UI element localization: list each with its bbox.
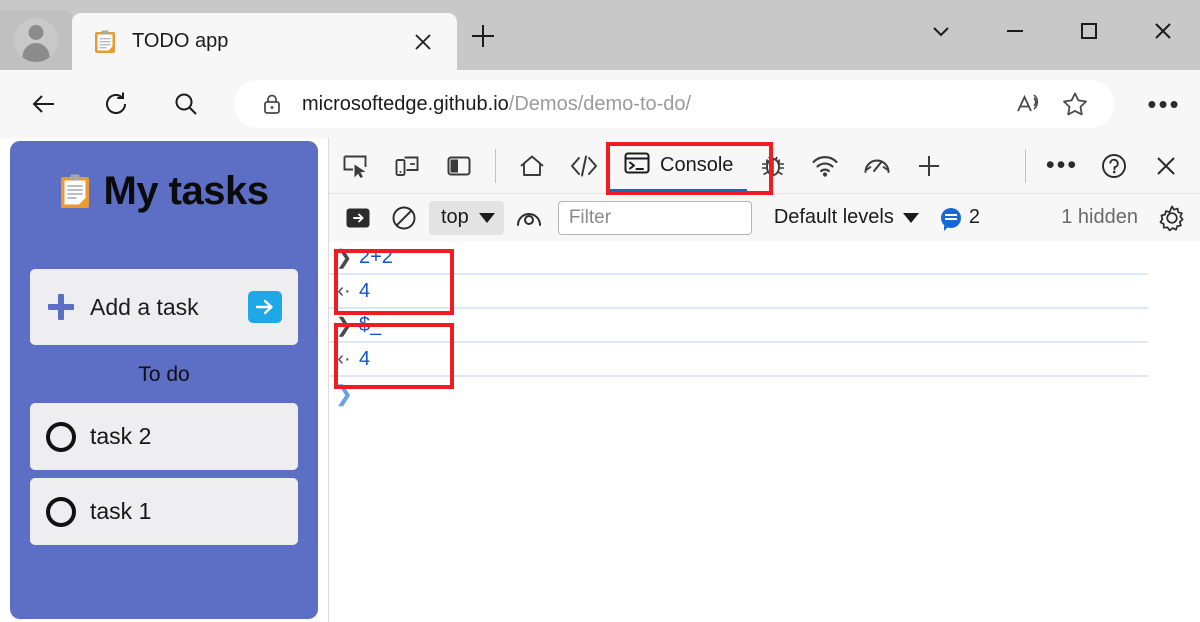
todo-section-title: To do	[138, 363, 190, 386]
clipboard-favicon-icon	[94, 30, 116, 54]
avatar-icon	[14, 18, 58, 62]
console-entry-input[interactable]: ❯ $_	[329, 309, 1148, 343]
javascript-context-selector[interactable]: top	[429, 200, 504, 235]
lock-icon	[260, 92, 284, 116]
browser-settings-label: •••	[1147, 88, 1181, 119]
devtools-panel: Console ••• top Filter Default levels 2 …	[328, 138, 1200, 622]
plus-icon	[48, 294, 74, 320]
window-close-button[interactable]	[1126, 0, 1200, 62]
todo-app-card: My tasks Add a task To do task 2 task 1	[10, 141, 318, 619]
back-button[interactable]	[22, 82, 66, 126]
live-expression-icon[interactable]	[506, 198, 552, 238]
task-label: task 1	[90, 498, 152, 524]
task-checkbox[interactable]	[46, 421, 76, 452]
add-task-input[interactable]: Add a task	[30, 269, 298, 345]
address-bar-url: microsoftedge.github.io/Demos/demo-to-do…	[302, 93, 691, 116]
browser-titlebar: TODO app	[0, 0, 1200, 70]
context-label: top	[441, 206, 469, 228]
console-output-marker: ‹·	[337, 279, 351, 302]
device-emulation-icon[interactable]	[381, 144, 433, 188]
console-filter-input[interactable]	[557, 200, 752, 235]
console-output-text: 4	[359, 347, 371, 370]
devtools-toolbar-right: •••	[1015, 144, 1200, 188]
minimize-button[interactable]	[978, 0, 1052, 62]
tab-search-button[interactable]	[904, 0, 978, 62]
more-tools-button[interactable]	[903, 144, 955, 188]
new-tab-button[interactable]	[462, 15, 504, 57]
browser-tab-todo-app[interactable]: TODO app	[72, 13, 457, 70]
console-prompt-marker: ❯	[334, 381, 354, 406]
console-levels-selector[interactable]: Default levels	[770, 200, 923, 236]
console-entry-output[interactable]: ‹· 4	[329, 343, 1148, 377]
console-message-count[interactable]: 2	[940, 206, 980, 231]
todo-header: My tasks	[10, 141, 318, 214]
elements-tab-icon[interactable]	[558, 144, 610, 188]
console-output-marker: ‹·	[337, 347, 351, 370]
task-list-item[interactable]: task 2	[30, 403, 298, 470]
console-filter-bar: top Default levels 2 1 hidden	[329, 193, 1200, 241]
page-viewport: My tasks Add a task To do task 2 task 1	[0, 138, 328, 622]
clipboard-icon	[60, 174, 90, 210]
task-label: task 2	[90, 423, 152, 449]
toolbar-divider	[1025, 148, 1026, 183]
levels-label: Default levels	[773, 206, 894, 228]
console-icon	[624, 151, 650, 181]
task-list-item[interactable]: task 1	[30, 478, 298, 545]
star-icon[interactable]	[1052, 81, 1098, 127]
console-output-text: 4	[359, 279, 371, 302]
profile-button[interactable]	[0, 10, 72, 70]
console-input-marker: ❯	[335, 246, 353, 269]
devtools-help-button[interactable]	[1088, 144, 1140, 188]
console-input-text: $_	[359, 313, 382, 336]
tab-console-label: Console	[660, 154, 734, 176]
console-output[interactable]: ❯ 2+2 ‹· 4 ❯ $_ ‹· 4 ❯	[329, 241, 1200, 622]
tab-console[interactable]: Console	[610, 138, 748, 193]
tab-title: TODO app	[132, 30, 229, 52]
browser-settings-button[interactable]: •••	[1136, 81, 1192, 127]
devtools-settings-button[interactable]	[1148, 198, 1196, 238]
console-prompt[interactable]: ❯	[329, 377, 1200, 411]
console-entry-output[interactable]: ‹· 4	[329, 275, 1148, 309]
network-tab-icon[interactable]	[799, 144, 851, 188]
window-controls	[904, 0, 1200, 62]
console-input-marker: ❯	[335, 314, 353, 337]
performance-tab-icon[interactable]	[851, 144, 903, 188]
devtools-toolbar: Console •••	[329, 138, 1200, 195]
maximize-button[interactable]	[1052, 0, 1126, 62]
task-checkbox[interactable]	[46, 496, 76, 527]
console-input-text: 2+2	[359, 245, 393, 268]
clear-console-icon[interactable]	[381, 198, 427, 238]
console-hidden-count: 1 hidden	[1061, 206, 1138, 228]
browser-navbar: microsoftedge.github.io/Demos/demo-to-do…	[0, 70, 1200, 138]
browser-window: TODO app microsoftedge.github.io/Demos/d…	[0, 0, 1200, 622]
todo-app-title: My tasks	[103, 169, 269, 213]
tab-close-icon[interactable]	[409, 28, 437, 56]
debugger-tab-icon[interactable]	[747, 144, 799, 188]
home-icon[interactable]	[506, 144, 558, 188]
speech-bubble-icon	[940, 207, 961, 231]
add-task-placeholder: Add a task	[90, 293, 199, 320]
devtools-more-options-button[interactable]: •••	[1036, 144, 1088, 188]
address-bar[interactable]: microsoftedge.github.io/Demos/demo-to-do…	[234, 80, 1114, 128]
chevron-down-icon	[902, 212, 919, 223]
reload-button[interactable]	[94, 82, 138, 126]
chevron-down-icon	[478, 212, 495, 223]
add-task-submit-button[interactable]	[248, 291, 282, 323]
message-count-label: 2	[968, 206, 980, 228]
inspect-element-icon[interactable]	[329, 144, 381, 188]
console-entry-input[interactable]: ❯ 2+2	[329, 241, 1148, 275]
read-aloud-icon[interactable]	[1006, 81, 1052, 127]
address-bar-actions	[1006, 81, 1114, 127]
search-button[interactable]	[164, 82, 208, 126]
url-path: /Demos/demo-to-do/	[508, 92, 692, 115]
toolbar-divider	[495, 148, 496, 183]
devtools-close-button[interactable]	[1140, 144, 1192, 188]
devtools-more-options-label: •••	[1045, 151, 1079, 179]
url-domain: microsoftedge.github.io	[302, 92, 509, 115]
dock-side-icon[interactable]	[433, 144, 485, 188]
todo-task-list: task 2 task 1	[30, 403, 298, 553]
console-sidebar-toggle-icon[interactable]	[335, 198, 381, 238]
